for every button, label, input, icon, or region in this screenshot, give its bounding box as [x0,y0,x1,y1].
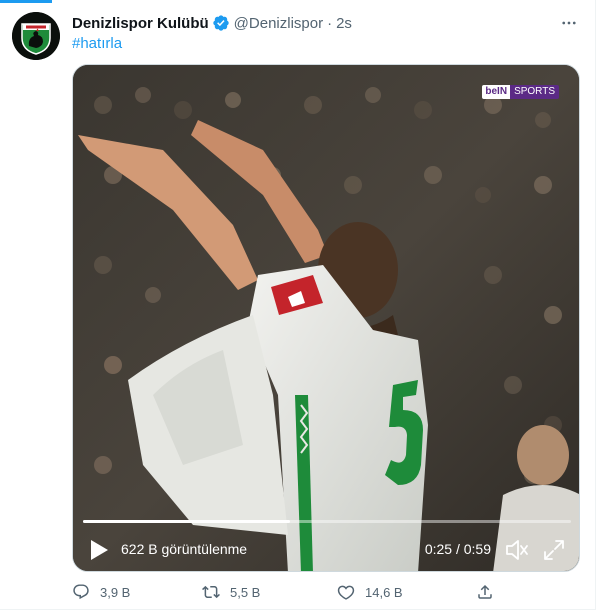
top-accent-bar [0,0,52,3]
video-frame [73,65,579,571]
fullscreen-icon[interactable] [543,539,565,561]
avatar[interactable] [12,12,60,60]
like-count: 14,6 B [365,584,403,600]
video-player[interactable]: beIN SPORTS 622 B görüntülenme 0:25 / 0:… [72,64,580,572]
video-progress-bar[interactable] [83,520,571,523]
share-button[interactable] [476,579,504,605]
user-handle[interactable]: @Denizlispor [234,15,323,32]
view-count: 622 B görüntülenme [121,541,248,557]
hashtag-link[interactable]: #hatırla [72,35,122,52]
reply-button[interactable]: 3,9 B [72,579,130,605]
tweet-header: Denizlispor Kulübü @Denizlispor · 2s [72,12,582,34]
separator-dot: · [327,14,333,32]
verified-badge-icon [212,14,230,32]
retweet-count: 5,5 B [230,584,261,600]
video-progress-fill [83,520,290,523]
broadcaster-logo-part2: SPORTS [510,85,559,99]
like-button[interactable]: 14,6 B [337,579,403,605]
broadcaster-logo-part1: beIN [482,85,511,99]
tweet-actions: 3,9 B 5,5 B 14,6 B [72,579,512,605]
video-timecode: 0:25 / 0:59 [424,541,491,557]
broadcaster-logo: beIN SPORTS [482,85,559,99]
tweet-timestamp[interactable]: 2s [336,15,352,32]
more-options-icon[interactable] [556,10,582,36]
denizlispor-crest-icon [12,12,60,60]
reply-count: 3,9 B [100,584,131,600]
retweet-icon [202,585,220,599]
reply-icon [73,584,89,600]
play-icon[interactable] [89,539,109,561]
heart-icon [337,585,355,600]
volume-muted-icon[interactable] [505,539,529,561]
display-name[interactable]: Denizlispor Kulübü [72,15,209,32]
retweet-button[interactable]: 5,5 B [202,579,260,605]
share-icon [478,584,492,599]
